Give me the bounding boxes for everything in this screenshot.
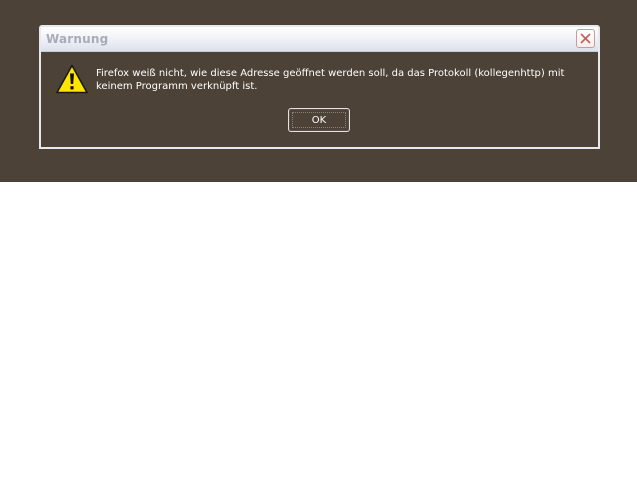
warning-icon — [56, 64, 88, 94]
dialog-titlebar[interactable]: Warnung — [41, 27, 598, 52]
close-button[interactable] — [576, 29, 595, 48]
close-icon — [580, 33, 591, 44]
dialog-title: Warnung — [46, 32, 109, 46]
ok-button[interactable]: OK — [288, 108, 350, 132]
dialog-message: Firefox weiß nicht, wie diese Adresse ge… — [96, 68, 565, 92]
warning-dialog: Warnung Firefox weiß nicht, wie diese Ad… — [39, 25, 600, 149]
focus-ring — [292, 112, 346, 128]
